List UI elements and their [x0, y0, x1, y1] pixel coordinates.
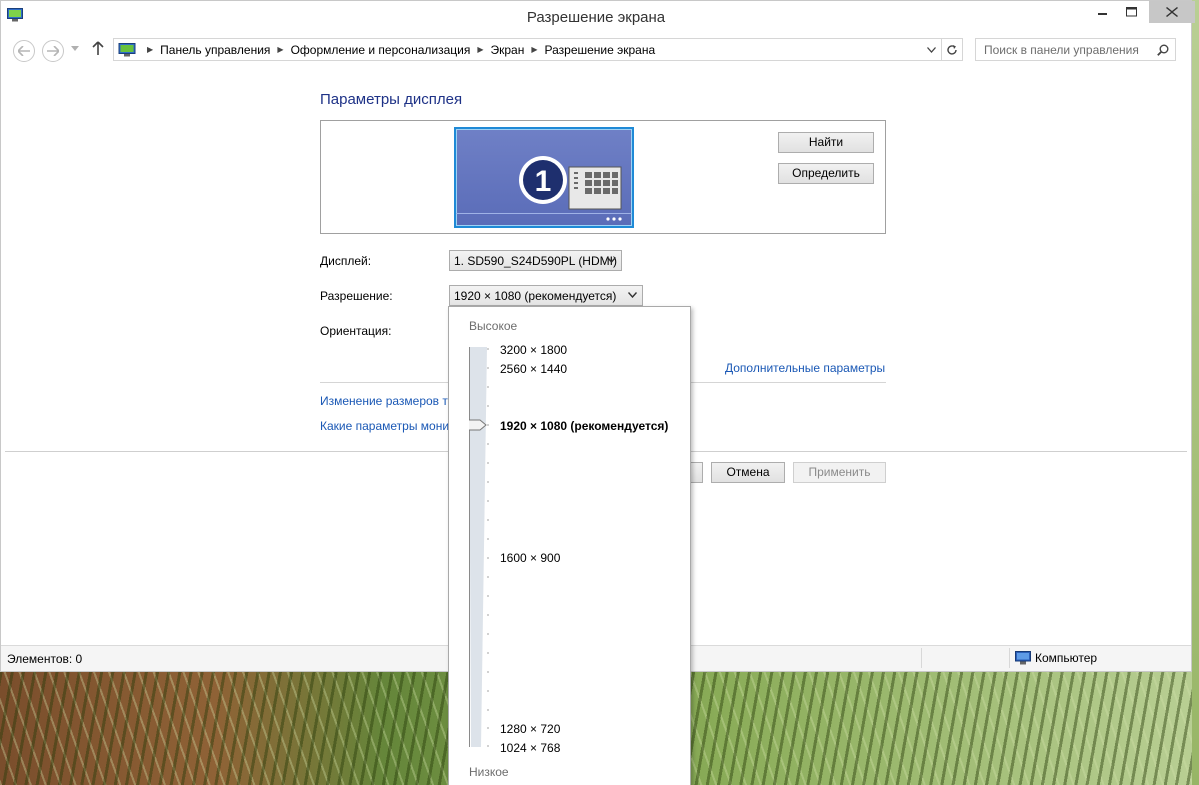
arrow-up-icon[interactable] — [92, 41, 104, 55]
breadcrumb-appearance[interactable]: Оформление и персонализация — [291, 43, 471, 57]
status-separator — [1009, 648, 1010, 668]
chevron-right-icon[interactable]: ▶ — [477, 45, 483, 54]
control-panel-icon — [118, 42, 136, 56]
back-button[interactable] — [13, 40, 35, 62]
resolution-option[interactable]: 3200 × 1800 — [500, 343, 567, 357]
forward-button[interactable] — [42, 40, 64, 62]
monitor-1-preview[interactable]: 1 — [454, 127, 634, 228]
monitor-preview-graphic: 1 — [456, 156, 632, 221]
close-icon — [1166, 7, 1178, 17]
navigation-bar: ▶ Панель управления ▶ Оформление и персо… — [1, 37, 1191, 63]
resolution-label: Разрешение: — [320, 289, 393, 303]
items-count: Элементов: 0 — [7, 652, 83, 666]
resolution-option[interactable]: 2560 × 1440 — [500, 362, 567, 376]
status-separator — [921, 648, 922, 668]
arrow-right-icon — [47, 46, 59, 56]
title-bar[interactable]: Разрешение экрана — [1, 1, 1195, 33]
resolution-dropdown[interactable]: Высокое 3200 × 1800 2560 × 1440 1920 × 1… — [448, 306, 691, 785]
desktop-wallpaper-edge — [1192, 0, 1199, 785]
resolution-low-label: Низкое — [469, 765, 509, 779]
resolution-high-label: Высокое — [469, 319, 518, 333]
status-location: Компьютер — [1015, 651, 1097, 665]
resolution-option[interactable]: 1600 × 900 — [500, 551, 560, 565]
cancel-button[interactable]: Отмена — [711, 462, 785, 483]
minimize-icon — [1098, 13, 1107, 15]
chevron-right-icon[interactable]: ▶ — [277, 45, 283, 54]
apply-button[interactable]: Применить — [793, 462, 886, 483]
chevron-down-icon — [607, 257, 616, 263]
identify-button[interactable]: Определить — [778, 163, 874, 184]
chevron-right-icon: ▶ — [147, 45, 154, 54]
resolution-select-value: 1920 × 1080 (рекомендуется) — [454, 289, 617, 303]
resolution-slider[interactable] — [469, 347, 489, 747]
display-select[interactable]: 1. SD590_S24D590PL (HDMI) — [449, 250, 622, 271]
recent-locations-chevron-icon[interactable] — [71, 46, 79, 51]
maximize-icon — [1125, 7, 1137, 17]
resolution-option-selected[interactable]: 1920 × 1080 (рекомендуется) — [500, 419, 668, 433]
minimize-button[interactable] — [1089, 1, 1117, 23]
display-preview-panel: 1 Найти Определить — [320, 120, 886, 234]
window-title: Разрешение экрана — [526, 9, 666, 26]
computer-icon — [1015, 651, 1031, 665]
display-label: Дисплей: — [320, 254, 372, 268]
refresh-icon — [947, 44, 957, 55]
breadcrumb-screen-resolution[interactable]: Разрешение экрана — [545, 43, 656, 57]
find-button[interactable]: Найти — [778, 132, 874, 153]
chevron-down-icon — [926, 46, 936, 53]
text-size-link[interactable]: Изменение размеров те — [320, 394, 454, 408]
arrow-left-icon — [18, 46, 30, 56]
orientation-label: Ориентация: — [320, 324, 392, 338]
chevron-right-icon[interactable]: ▶ — [531, 45, 537, 54]
page-title: Параметры дисплея — [320, 91, 463, 108]
status-location-label: Компьютер — [1035, 651, 1098, 665]
chevron-down-icon — [628, 292, 637, 298]
monitor-number: 1 — [535, 165, 552, 198]
address-history-button[interactable] — [921, 39, 941, 60]
search-icon[interactable] — [1157, 44, 1169, 56]
breadcrumb-control-panel[interactable]: Панель управления — [160, 43, 270, 57]
search-placeholder: Поиск в панели управления — [984, 43, 1139, 57]
close-button[interactable] — [1149, 1, 1195, 23]
resolution-select[interactable]: 1920 × 1080 (рекомендуется) — [449, 285, 643, 306]
refresh-button[interactable] — [941, 39, 962, 60]
display-select-value: 1. SD590_S24D590PL (HDMI) — [454, 254, 617, 268]
address-bar[interactable]: ▶ Панель управления ▶ Оформление и персо… — [113, 38, 963, 61]
advanced-settings-link[interactable]: Дополнительные параметры — [725, 361, 885, 375]
monitor-settings-link[interactable]: Какие параметры мони — [320, 419, 449, 433]
breadcrumb-display[interactable]: Экран — [490, 43, 524, 57]
resolution-option[interactable]: 1024 × 768 — [500, 741, 560, 755]
maximize-button[interactable] — [1117, 1, 1145, 23]
resolution-option[interactable]: 1280 × 720 — [500, 722, 560, 736]
search-input[interactable]: Поиск в панели управления — [975, 38, 1176, 61]
